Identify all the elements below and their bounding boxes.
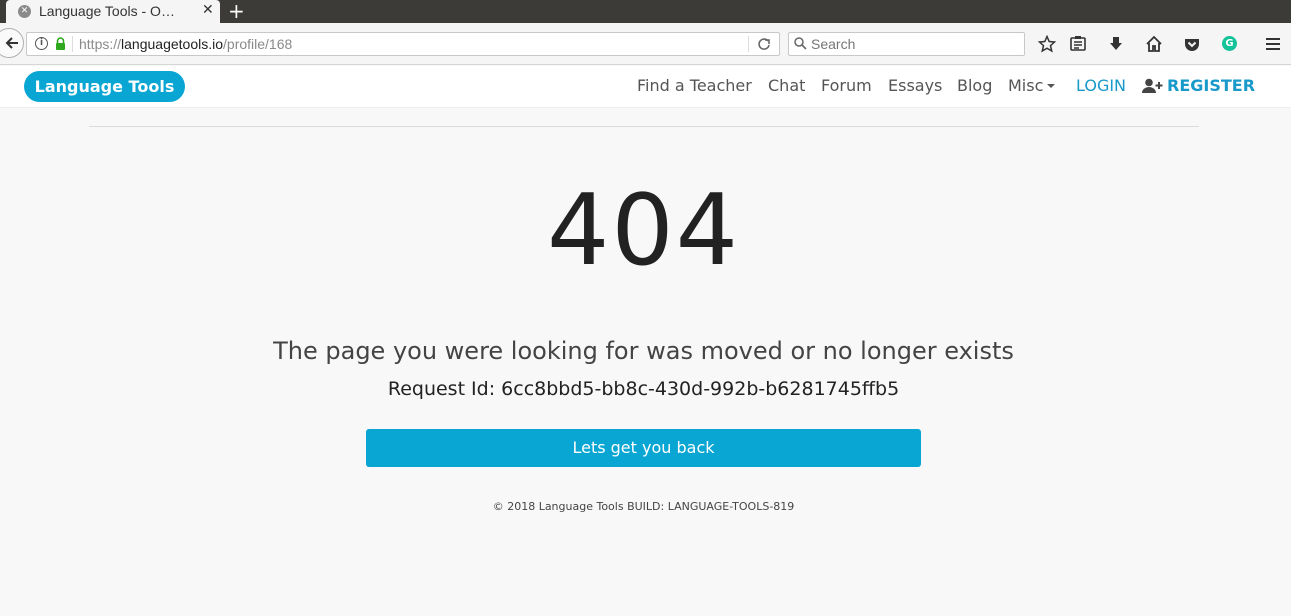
info-icon[interactable]: i bbox=[35, 37, 48, 50]
url-path: /profile/168 bbox=[223, 36, 293, 52]
login-link[interactable]: LOGIN bbox=[1076, 76, 1126, 95]
menu-icon[interactable] bbox=[1264, 35, 1282, 53]
grammarly-icon[interactable]: G bbox=[1222, 36, 1237, 51]
url-prefix: https:// bbox=[79, 36, 122, 52]
search-icon bbox=[794, 37, 807, 50]
divider bbox=[89, 126, 1199, 127]
error-code: 404 bbox=[546, 174, 741, 288]
browser-toolbar: i https://languagetools.io/profile/168 S… bbox=[0, 23, 1291, 65]
url-separator bbox=[748, 36, 749, 52]
search-input[interactable] bbox=[811, 34, 1021, 54]
tab-favicon-icon: ✕ bbox=[18, 5, 31, 18]
nav-forum[interactable]: Forum bbox=[821, 76, 872, 95]
brand-logo[interactable]: Language Tools bbox=[24, 71, 185, 102]
user-plus-icon bbox=[1142, 78, 1163, 93]
browser-tab-bar: ✕ Language Tools - O… ✕ + bbox=[0, 0, 1291, 23]
nav-chat[interactable]: Chat bbox=[768, 76, 805, 95]
new-tab-icon[interactable]: + bbox=[228, 0, 245, 22]
register-link[interactable]: REGISTER bbox=[1167, 76, 1255, 95]
download-icon[interactable] bbox=[1107, 35, 1125, 53]
url-host: languagetools.io bbox=[121, 36, 224, 52]
pocket-icon[interactable] bbox=[1183, 35, 1201, 53]
search-bar[interactable] bbox=[788, 32, 1025, 56]
reading-list-icon[interactable] bbox=[1069, 35, 1087, 53]
nav-essays[interactable]: Essays bbox=[888, 76, 942, 95]
caret-down-icon bbox=[1047, 84, 1056, 88]
go-back-button[interactable]: Lets get you back bbox=[366, 429, 921, 467]
nav-find-teacher[interactable]: Find a Teacher bbox=[637, 76, 752, 95]
browser-tab[interactable]: ✕ Language Tools - O… ✕ bbox=[6, 0, 220, 23]
url-bar[interactable]: i https://languagetools.io/profile/168 bbox=[26, 32, 780, 56]
footer-text: © 2018 Language Tools BUILD: LANGUAGE-TO… bbox=[492, 500, 795, 513]
star-icon[interactable] bbox=[1038, 35, 1056, 53]
url-text[interactable]: https://languagetools.io/profile/168 bbox=[79, 36, 292, 52]
tab-title: Language Tools - O… bbox=[39, 3, 175, 19]
lock-icon bbox=[56, 37, 65, 50]
url-separator bbox=[72, 36, 73, 52]
nav-misc-label: Misc bbox=[1008, 76, 1044, 95]
back-arrow-icon bbox=[5, 37, 18, 49]
error-message: The page you were looking for was moved … bbox=[273, 337, 1014, 365]
back-button[interactable] bbox=[0, 28, 24, 58]
reload-icon[interactable] bbox=[757, 37, 771, 51]
nav-misc-dropdown[interactable]: Misc bbox=[1008, 76, 1056, 95]
tab-close-icon[interactable]: ✕ bbox=[202, 2, 214, 18]
nav-blog[interactable]: Blog bbox=[957, 76, 992, 95]
site-header: Language Tools Find a Teacher Chat Forum… bbox=[0, 66, 1291, 108]
request-id: Request Id: 6cc8bbd5-bb8c-430d-992b-b628… bbox=[387, 378, 900, 400]
home-icon[interactable] bbox=[1145, 35, 1163, 53]
